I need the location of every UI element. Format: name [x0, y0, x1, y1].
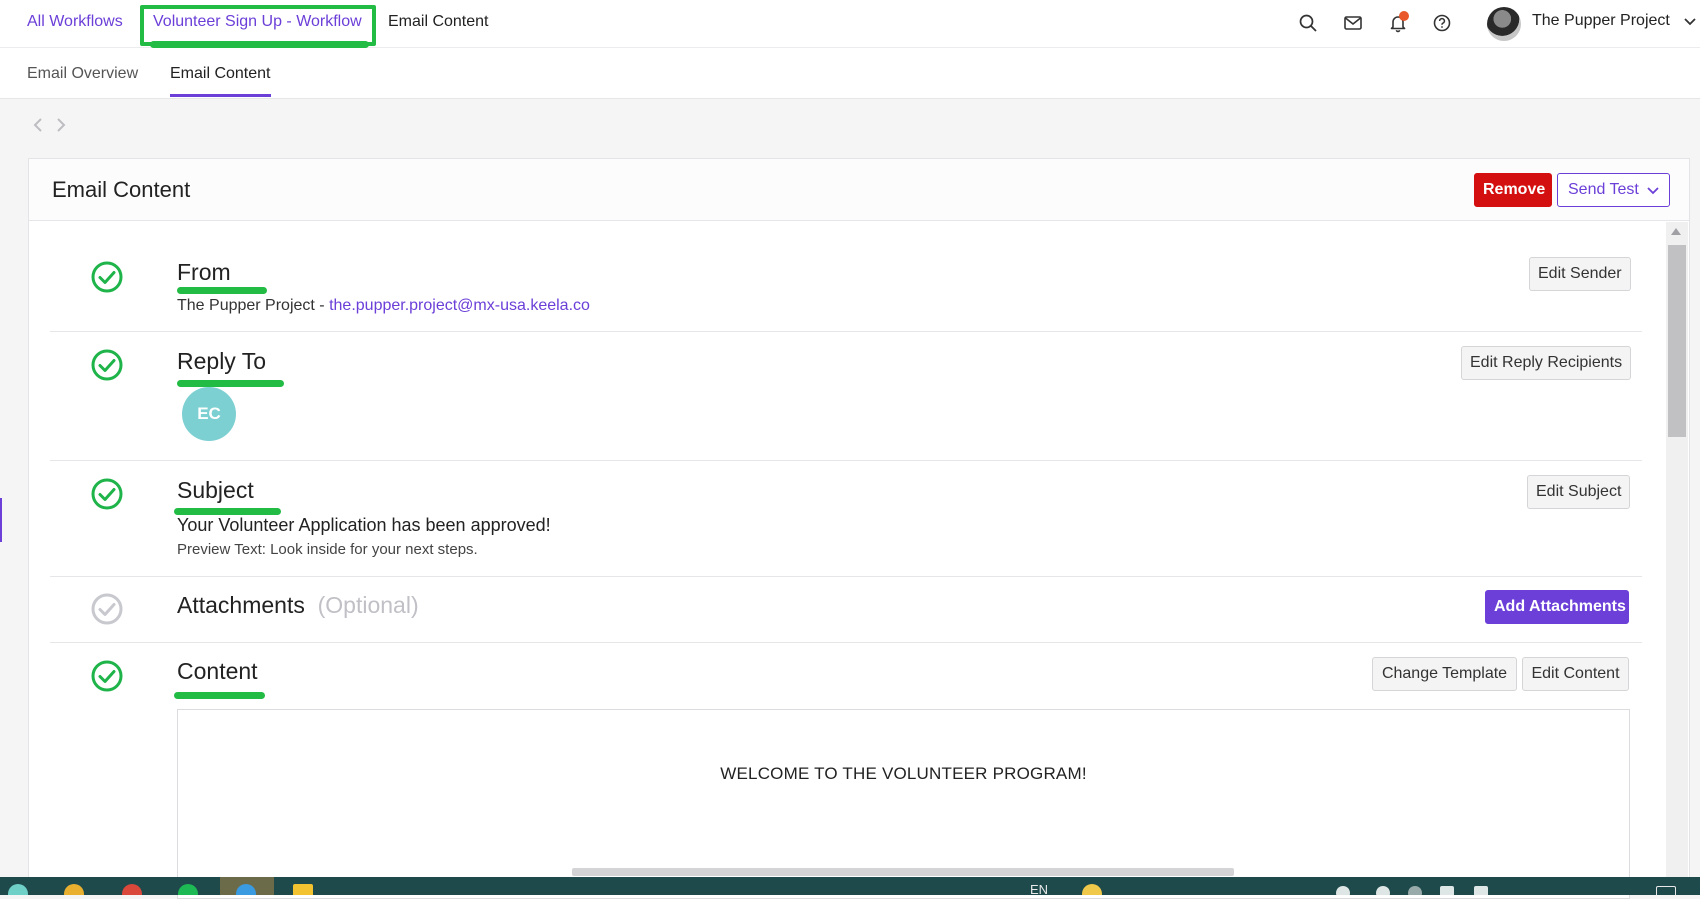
breadcrumb-current: Email Content — [388, 13, 489, 30]
back-arrow-icon[interactable] — [31, 117, 45, 133]
check-circle-outline-icon — [91, 593, 123, 625]
help-icon[interactable] — [1431, 12, 1453, 34]
send-test-label: Send Test — [1568, 181, 1639, 198]
annotation-highlight-box — [140, 5, 376, 46]
scroll-up-arrow-icon[interactable] — [1671, 228, 1681, 235]
network-icon[interactable] — [1440, 886, 1454, 895]
notifications-tray-icon[interactable] — [1656, 886, 1676, 895]
section-title-content: Content — [177, 658, 258, 684]
check-circle-icon — [91, 349, 123, 381]
forward-arrow-icon[interactable] — [54, 117, 68, 133]
taskbar-app-icon[interactable] — [64, 884, 84, 895]
page-title: Email Content — [52, 177, 191, 202]
os-taskbar: EN — [0, 877, 1700, 895]
folder-icon[interactable] — [293, 884, 313, 895]
dropbox-icon[interactable] — [1376, 886, 1390, 895]
check-circle-icon — [91, 261, 123, 293]
section-divider — [50, 331, 1642, 332]
avatar[interactable] — [1487, 7, 1521, 41]
tab-bar: Email Overview Email Content — [0, 48, 1700, 99]
chrome-icon[interactable] — [122, 884, 142, 895]
active-tab-indicator — [170, 94, 271, 97]
section-divider — [50, 642, 1642, 643]
optional-label: (Optional) — [317, 592, 419, 618]
sender-email[interactable]: the.pupper.project@mx-usa.keela.co — [329, 297, 590, 314]
annotation-underline-subject — [174, 508, 281, 515]
check-circle-icon — [91, 478, 123, 510]
card-header: Email Content Remove Send Test — [29, 159, 1689, 221]
spotify-icon[interactable] — [178, 884, 198, 895]
tray-icon[interactable] — [1336, 886, 1350, 895]
mail-icon[interactable] — [1342, 12, 1364, 34]
annotation-underline-content — [174, 692, 265, 699]
reply-recipient-avatar[interactable]: EC — [182, 387, 236, 441]
from-value: The Pupper Project - the.pupper.project@… — [177, 297, 590, 315]
tab-email-overview[interactable]: Email Overview — [27, 65, 138, 83]
scrollbar-thumb[interactable] — [1668, 245, 1686, 437]
section-title-attachments: Attachments (Optional) — [177, 592, 419, 619]
email-preview-heading: WELCOME TO THE VOLUNTEER PROGRAM! — [720, 764, 1087, 783]
section-divider — [50, 460, 1642, 461]
chevron-down-icon — [1647, 187, 1659, 195]
chevron-down-icon[interactable] — [1682, 14, 1698, 30]
section-title-from: From — [177, 259, 231, 285]
weather-icon[interactable] — [1082, 884, 1102, 895]
send-test-button[interactable]: Send Test — [1557, 173, 1670, 207]
edit-reply-recipients-button[interactable]: Edit Reply Recipients — [1461, 346, 1632, 380]
section-title-reply-to: Reply To — [177, 348, 267, 374]
annotation-underline-from — [177, 287, 267, 294]
section-title-subject: Subject — [177, 477, 254, 503]
sender-name: The Pupper Project - — [177, 297, 330, 314]
annotation-underline-reply-to — [177, 380, 284, 387]
org-name[interactable]: The Pupper Project — [1532, 12, 1670, 30]
language-indicator[interactable]: EN — [1030, 882, 1048, 895]
add-attachments-button[interactable]: Add Attachments — [1485, 590, 1629, 624]
notification-badge — [1399, 11, 1409, 21]
subject-value: Your Volunteer Application has been appr… — [177, 515, 551, 535]
attachments-title: Attachments — [177, 592, 305, 618]
edit-subject-button[interactable]: Edit Subject — [1527, 475, 1631, 509]
tab-email-content[interactable]: Email Content — [170, 65, 271, 83]
remove-button[interactable]: Remove — [1474, 173, 1552, 207]
left-edge-accent — [0, 498, 2, 542]
tray-icon[interactable] — [1408, 886, 1422, 895]
section-divider — [50, 576, 1642, 577]
change-template-button[interactable]: Change Template — [1372, 657, 1517, 691]
horizontal-scrollbar-thumb[interactable] — [572, 868, 1234, 876]
preview-text: Preview Text: Look inside for your next … — [177, 541, 478, 558]
breadcrumb-all-workflows[interactable]: All Workflows — [27, 13, 123, 31]
edit-content-button[interactable]: Edit Content — [1522, 657, 1629, 691]
annotation-underline-workflow — [150, 41, 369, 48]
search-icon[interactable] — [1297, 12, 1319, 34]
volume-icon[interactable] — [1474, 886, 1488, 895]
edit-sender-button[interactable]: Edit Sender — [1529, 257, 1631, 291]
taskbar-app-icon[interactable] — [8, 884, 28, 895]
check-circle-icon — [91, 660, 123, 692]
